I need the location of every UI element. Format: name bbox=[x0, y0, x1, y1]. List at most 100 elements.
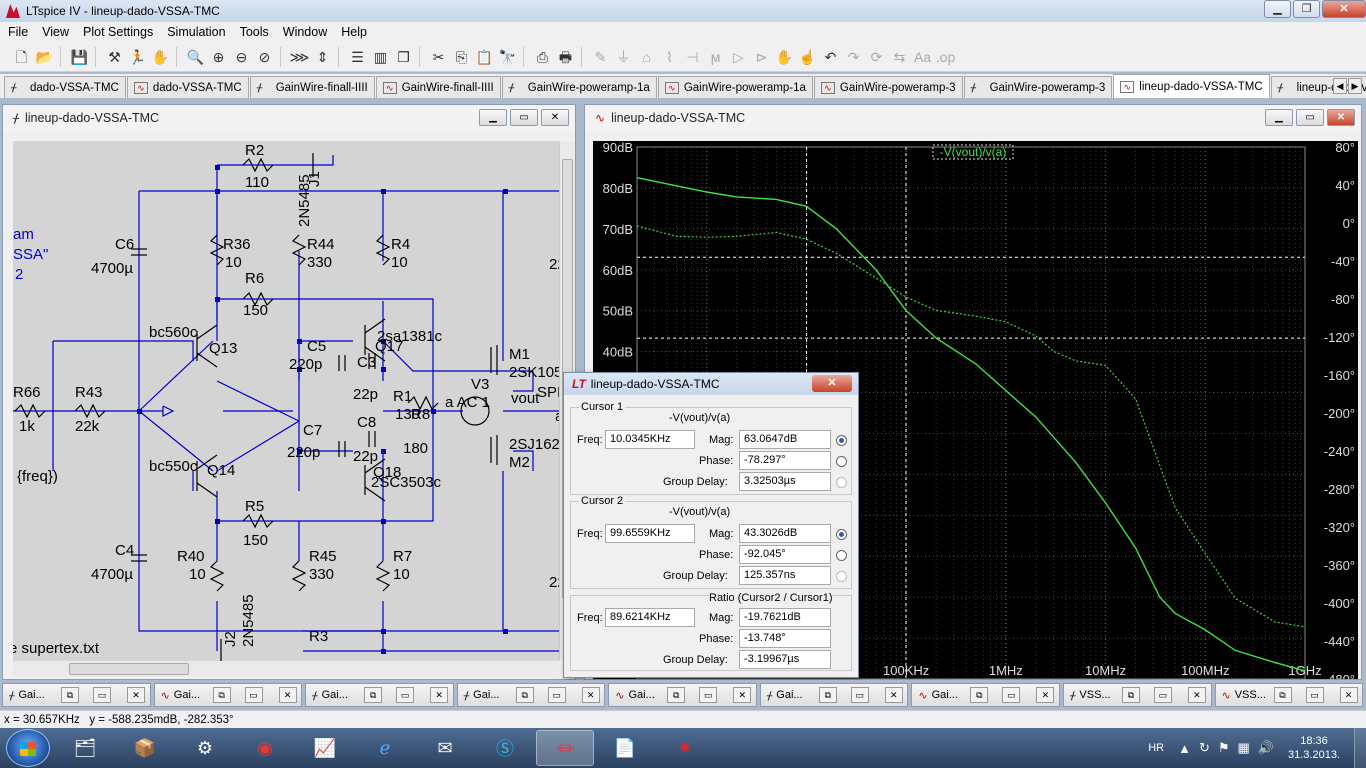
maximize-icon[interactable]: ▭ bbox=[850, 687, 869, 703]
maximize-icon[interactable]: ▭ bbox=[1153, 687, 1172, 703]
show-desktop-button[interactable] bbox=[1354, 728, 1366, 768]
menu-simulation[interactable]: Simulation bbox=[167, 25, 225, 39]
tab-waveform[interactable]: ∿ GainWire-poweramp-3 bbox=[813, 76, 963, 98]
close-icon[interactable]: ✕ bbox=[430, 687, 449, 703]
diode-icon[interactable]: ▷ bbox=[729, 47, 749, 67]
menu-plot-settings[interactable]: Plot Settings bbox=[83, 25, 153, 39]
autorange-y-icon[interactable]: ⇕ bbox=[313, 47, 333, 67]
tab-scroll-left-icon[interactable]: ◀ bbox=[1333, 78, 1347, 94]
menu-tools[interactable]: Tools bbox=[240, 25, 269, 39]
minimized-window[interactable]: ᚋ VSS... ⧉ ▭ ✕ bbox=[1062, 683, 1212, 707]
cursor2-mag-radio[interactable] bbox=[836, 529, 847, 540]
cursor1-phase-radio[interactable] bbox=[836, 456, 847, 467]
close-icon[interactable]: ✕ bbox=[278, 687, 297, 703]
cursor1-mag-field[interactable]: 63.0647dB bbox=[739, 430, 831, 449]
cursor1-freq-field[interactable]: 10.0345KHz bbox=[605, 430, 695, 449]
move-icon[interactable]: ✋ bbox=[775, 47, 795, 67]
zoom-in-icon[interactable]: 🔍 bbox=[186, 47, 206, 67]
run-icon[interactable]: 🏃 bbox=[128, 47, 148, 67]
minimized-window[interactable]: ᚋ Gai... ⧉ ▭ ✕ bbox=[2, 683, 151, 707]
copy-icon[interactable]: ⎘ bbox=[452, 47, 472, 67]
close-icon[interactable]: ✕ bbox=[1187, 687, 1206, 703]
maximize-icon[interactable]: ▭ bbox=[396, 687, 415, 703]
cursor1-mag-radio[interactable] bbox=[836, 435, 847, 446]
open-icon[interactable]: 📂 bbox=[35, 47, 55, 67]
close-icon[interactable]: ✕ bbox=[1339, 687, 1358, 703]
restore-icon[interactable]: ⧉ bbox=[212, 687, 231, 703]
cursor2-freq-field[interactable]: 99.6559KHz bbox=[605, 524, 695, 543]
label-icon[interactable]: ⌂ bbox=[637, 47, 657, 67]
cut-icon[interactable]: ✂ bbox=[429, 47, 449, 67]
explorer-icon[interactable]: 🗂 bbox=[56, 730, 114, 766]
red-app-icon[interactable]: ◉ bbox=[236, 730, 294, 766]
tray-flag-icon[interactable]: ⚑ bbox=[1218, 740, 1230, 756]
component-icon[interactable]: ⊳ bbox=[752, 47, 772, 67]
child-maximize-button[interactable]: ▭ bbox=[510, 109, 538, 126]
trace-legend[interactable]: -V(vout)/v(a) bbox=[932, 144, 1014, 160]
spice-directive-icon[interactable]: .op bbox=[936, 47, 956, 67]
language-indicator[interactable]: HR bbox=[1148, 742, 1164, 754]
minimized-window[interactable]: ∿ Gai... ⧉ ▭ ✕ bbox=[911, 683, 1060, 707]
ratio-freq-field[interactable]: 89.6214KHz bbox=[605, 608, 695, 627]
restore-icon[interactable]: ⧉ bbox=[818, 687, 837, 703]
cursor-dialog-close-button[interactable]: ✕ bbox=[812, 375, 852, 392]
paste-icon[interactable]: 📋 bbox=[475, 47, 495, 67]
undo-icon[interactable]: ↶ bbox=[821, 47, 841, 67]
restore-icon[interactable]: ⧉ bbox=[364, 687, 383, 703]
ratio-group-delay-field[interactable]: -3.19967µs bbox=[739, 650, 831, 669]
package-icon[interactable]: 📦 bbox=[116, 730, 174, 766]
scroll-thumb[interactable] bbox=[69, 663, 189, 675]
cascade-icon[interactable]: ❐ bbox=[394, 47, 414, 67]
maximize-icon[interactable]: ▭ bbox=[699, 687, 718, 703]
maximize-icon[interactable]: ▭ bbox=[93, 687, 111, 703]
tray-volume-icon[interactable]: 🔊 bbox=[1258, 740, 1274, 756]
child-close-button[interactable]: ✕ bbox=[1327, 109, 1355, 126]
clock[interactable]: 18:36 31.3.2013. bbox=[1288, 734, 1340, 762]
minimized-window[interactable]: ᚋ Gai... ⧉ ▭ ✕ bbox=[759, 683, 909, 707]
menu-window[interactable]: Window bbox=[283, 25, 327, 39]
menu-file[interactable]: File bbox=[8, 25, 28, 39]
minimized-window[interactable]: ∿ VSS... ⧉ ▭ ✕ bbox=[1214, 683, 1364, 707]
ground-icon[interactable]: ⏚ bbox=[614, 47, 634, 67]
child-close-button[interactable]: ✕ bbox=[541, 109, 569, 126]
scope-icon[interactable]: 📈 bbox=[296, 730, 354, 766]
cursor2-group-delay-radio[interactable] bbox=[836, 571, 847, 582]
restore-icon[interactable]: ⧉ bbox=[515, 687, 534, 703]
autorange-icon[interactable]: ⋙ bbox=[290, 47, 310, 67]
skype-icon[interactable]: Ⓢ bbox=[476, 730, 534, 766]
maximize-icon[interactable]: ▭ bbox=[244, 687, 263, 703]
text-icon[interactable]: Aa bbox=[913, 47, 933, 67]
minimized-window[interactable]: ∿ Gai... ⧉ ▭ ✕ bbox=[608, 683, 757, 707]
red-splat-icon[interactable]: ✷ bbox=[656, 730, 714, 766]
new-schematic-icon[interactable]: 🗋 bbox=[12, 47, 32, 67]
cursor1-group-delay-field[interactable]: 3.32503µs bbox=[739, 472, 831, 491]
ltspice-icon[interactable]: ⏛ bbox=[536, 730, 594, 766]
zoom-area-icon[interactable]: ⊕ bbox=[209, 47, 229, 67]
zoom-cancel-icon[interactable]: ⊘ bbox=[255, 47, 275, 67]
tab-waveform[interactable]: ∿ GainWire-poweramp-1a bbox=[657, 76, 813, 98]
tab-waveform[interactable]: ∿ GainWire-finall-IIII bbox=[375, 76, 501, 98]
print-icon[interactable]: 🖶 bbox=[556, 47, 576, 67]
tab-schematic[interactable]: ᚋ GainWire-poweramp-3 bbox=[963, 76, 1113, 98]
save-icon[interactable]: 💾 bbox=[70, 47, 90, 67]
find-icon[interactable]: 🔭 bbox=[498, 47, 518, 67]
tile-horizontal-icon[interactable]: ☰ bbox=[348, 47, 368, 67]
tray-sync-icon[interactable]: ↻ bbox=[1199, 740, 1210, 756]
restore-icon[interactable]: ⧉ bbox=[667, 687, 686, 703]
maximize-icon[interactable]: ▭ bbox=[1002, 687, 1021, 703]
restore-icon[interactable]: ⧉ bbox=[1273, 687, 1292, 703]
close-button[interactable]: ✕ bbox=[1322, 0, 1366, 18]
cursor2-group-delay-field[interactable]: 125.357ns bbox=[739, 566, 831, 585]
minimized-window[interactable]: ᚋ Gai... ⧉ ▭ ✕ bbox=[305, 683, 454, 707]
child-minimize-button[interactable]: ▁ bbox=[1265, 109, 1293, 126]
tab-schematic[interactable]: ᚋ GainWire-finall-IIII bbox=[249, 76, 375, 98]
close-icon[interactable]: ✕ bbox=[733, 687, 752, 703]
restore-icon[interactable]: ⧉ bbox=[970, 687, 989, 703]
tab-schematic[interactable]: ᚋ dado-VSSA-TMC bbox=[4, 76, 126, 98]
start-button[interactable] bbox=[6, 729, 50, 767]
cursor1-group-delay-radio[interactable] bbox=[836, 477, 847, 488]
network-icon[interactable]: ⚙ bbox=[176, 730, 234, 766]
halt-icon[interactable]: ✋ bbox=[151, 47, 171, 67]
minimized-window[interactable]: ᚋ Gai... ⧉ ▭ ✕ bbox=[456, 683, 606, 707]
zoom-out-icon[interactable]: ⊖ bbox=[232, 47, 252, 67]
